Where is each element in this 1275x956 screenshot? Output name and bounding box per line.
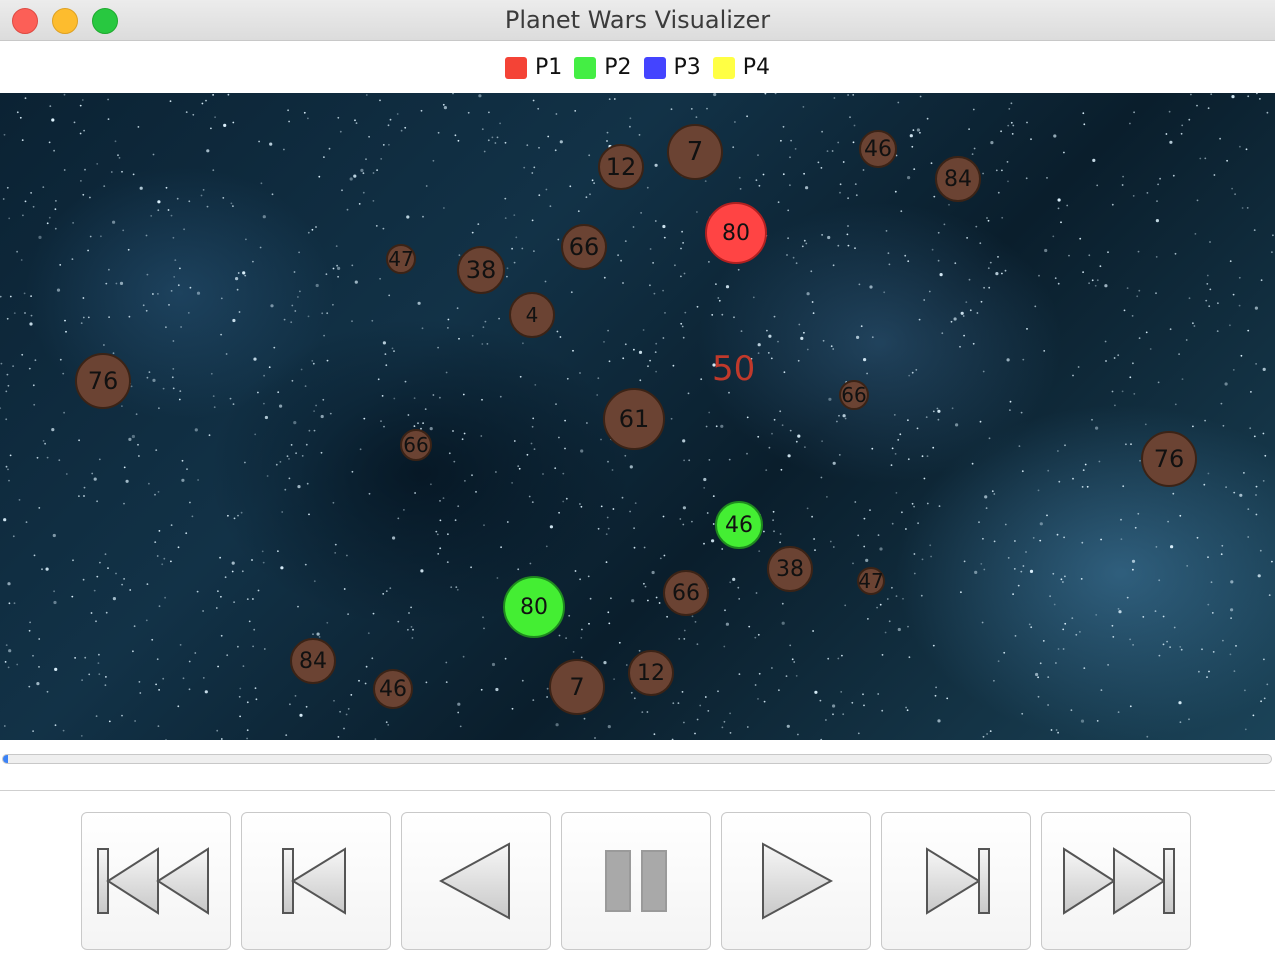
planet-neutral[interactable]: 47: [857, 567, 885, 595]
fleet-count: 50: [712, 349, 756, 389]
progress-bar[interactable]: [2, 754, 1272, 764]
divider: [0, 790, 1275, 791]
legend-item-p4: P4: [712, 55, 771, 80]
progress-bar-fill: [3, 755, 9, 763]
legend-label: P1: [534, 55, 563, 80]
planet-neutral[interactable]: 61: [603, 388, 665, 450]
step-forward-icon: [926, 847, 990, 915]
p2-color-swatch: [574, 56, 597, 79]
p4-color-swatch: [712, 56, 735, 79]
planet-neutral[interactable]: 66: [561, 224, 607, 270]
step-forward-button[interactable]: [881, 812, 1031, 950]
planet-neutral[interactable]: 12: [598, 144, 644, 190]
step-back-button[interactable]: [241, 812, 391, 950]
planet-p2[interactable]: 46: [715, 501, 763, 549]
play-backward-button[interactable]: [401, 812, 551, 950]
planet-neutral[interactable]: 46: [373, 669, 413, 709]
planet-neutral[interactable]: 66: [663, 570, 709, 616]
planet-neutral[interactable]: 47: [386, 244, 416, 274]
game-board[interactable]: 7 12 46 84 80 66 47 38 4 76 61 66 66 76 46 38 47 66 80 84 46…: [0, 93, 1275, 740]
planet-neutral[interactable]: 4: [509, 292, 555, 338]
legend-label: P4: [742, 55, 771, 80]
skip-to-start-button[interactable]: [81, 812, 231, 950]
window-titlebar: Planet Wars Visualizer: [0, 0, 1275, 41]
player-legend: P1 P2 P3 P4: [0, 55, 1275, 80]
play-button[interactable]: [721, 812, 871, 950]
planet-p1[interactable]: 80: [705, 202, 767, 264]
planet-neutral[interactable]: 84: [290, 638, 336, 684]
play-icon: [762, 842, 833, 920]
planet-neutral[interactable]: 7: [667, 124, 723, 180]
legend-item-p3: P3: [643, 55, 701, 80]
legend-item-p2: P2: [574, 55, 632, 80]
planet-neutral[interactable]: 76: [1141, 431, 1197, 487]
skip-to-start-icon: [97, 847, 209, 915]
planet-neutral[interactable]: 84: [935, 156, 981, 202]
play-backward-icon: [439, 842, 510, 920]
legend-label: P2: [604, 55, 632, 80]
planet-p2[interactable]: 80: [503, 576, 565, 638]
p3-color-swatch: [643, 56, 666, 79]
legend-label: P3: [673, 55, 701, 80]
planet-neutral[interactable]: 38: [457, 246, 505, 294]
pause-button[interactable]: [561, 812, 711, 950]
legend-item-p1: P1: [504, 55, 563, 80]
step-back-icon: [282, 847, 346, 915]
skip-to-end-icon: [1063, 847, 1175, 915]
planet-neutral[interactable]: 66: [839, 380, 869, 410]
skip-to-end-button[interactable]: [1041, 812, 1191, 950]
planet-neutral[interactable]: 12: [628, 650, 674, 696]
planet-neutral[interactable]: 66: [400, 429, 432, 461]
pause-icon: [605, 850, 667, 912]
planet-neutral[interactable]: 46: [859, 130, 897, 168]
planet-neutral[interactable]: 7: [549, 659, 605, 715]
planet-neutral[interactable]: 38: [767, 546, 813, 592]
window-title: Planet Wars Visualizer: [504, 6, 771, 34]
planet-neutral[interactable]: 76: [75, 353, 131, 409]
p1-color-swatch: [504, 56, 527, 79]
